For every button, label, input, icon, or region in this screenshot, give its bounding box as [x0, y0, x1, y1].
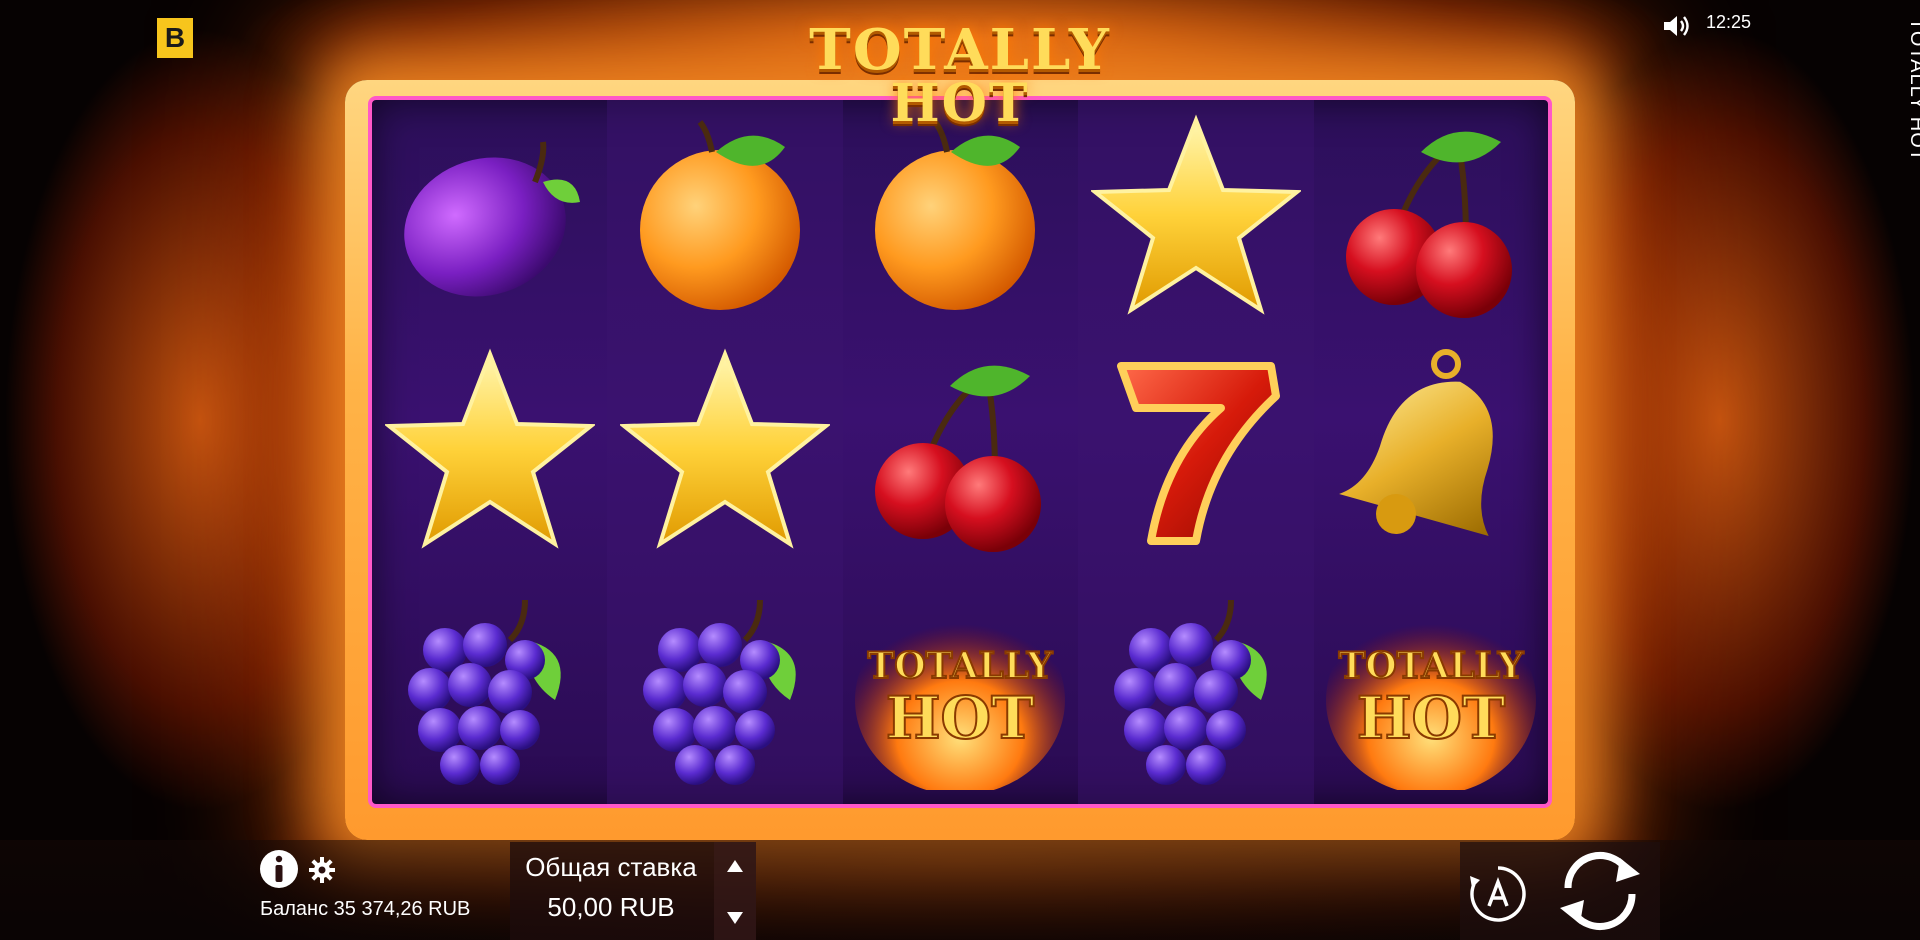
game-logo: TOTALLY HOT	[775, 22, 1145, 132]
reel-column: TOTALLY HOT	[1313, 100, 1548, 804]
balance-text: Баланс 35 374,26 RUB	[260, 898, 471, 920]
orange-symbol	[640, 120, 801, 310]
totally-hot-symbol: TOTALLY HOT	[855, 605, 1066, 790]
reel-cell	[607, 100, 843, 334]
reels-grid: TOTALLY HOT TOTALLY HOT	[368, 96, 1552, 808]
reel-cell	[842, 334, 1078, 568]
svg-text:HOT: HOT	[1357, 684, 1505, 752]
reel-cell: TOTALLY HOT	[842, 568, 1078, 802]
cherries-symbol	[875, 365, 1042, 552]
reel-cell	[1313, 334, 1548, 568]
reel-cell	[607, 568, 843, 802]
star-symbol	[620, 348, 831, 549]
bet-label: Общая ставка	[525, 852, 697, 882]
game-title-vertical: TOTALLY HOT	[1906, 18, 1920, 162]
cherries-symbol	[1345, 131, 1512, 318]
reel-column	[1077, 100, 1314, 804]
svg-text:HOT: HOT	[886, 684, 1034, 752]
reel-cell	[372, 568, 608, 802]
reel-column: TOTALLY HOT	[842, 100, 1078, 804]
reel-cell	[372, 334, 608, 568]
reel-cell: TOTALLY HOT	[1313, 568, 1548, 802]
caret-down-icon	[727, 912, 743, 924]
info-icon[interactable]	[258, 848, 300, 890]
svg-text:TOTALLY: TOTALLY	[868, 645, 1054, 687]
caret-up-icon	[727, 860, 743, 872]
star-symbol	[1090, 114, 1301, 315]
reel-column	[607, 100, 844, 804]
reel-cell	[842, 100, 1078, 334]
reel-cell	[372, 100, 608, 334]
reel-cell	[1078, 334, 1314, 568]
reel-cell	[1078, 100, 1314, 334]
speaker-icon[interactable]	[1662, 12, 1692, 40]
game-scene: TOTALLY HOT TOTALLY HOT TOTALLY HOT B 12…	[0, 0, 1920, 940]
reel-cell	[607, 334, 843, 568]
grapes-symbol	[643, 599, 796, 785]
bet-decrease-button[interactable]	[714, 898, 756, 938]
brand-logo[interactable]: B	[157, 18, 193, 58]
grapes-symbol	[1113, 599, 1267, 785]
gear-icon[interactable]	[308, 856, 336, 884]
spin-icon[interactable]	[1552, 846, 1648, 936]
clock: 12:25	[1706, 12, 1752, 32]
totally-hot-symbol: TOTALLY HOT	[1325, 605, 1536, 790]
bet-increase-button[interactable]	[714, 846, 756, 886]
reel-cell	[1313, 100, 1548, 334]
svg-text:TOTALLY: TOTALLY	[1338, 645, 1524, 687]
orange-symbol	[875, 120, 1036, 310]
star-symbol	[385, 348, 595, 549]
plum-symbol	[404, 141, 580, 297]
logo-line-1: TOTALLY	[809, 17, 1111, 83]
reel-cell	[1078, 568, 1314, 802]
logo-line-2: HOT	[890, 73, 1030, 134]
bell-symbol	[1338, 349, 1493, 536]
seven-symbol	[1116, 362, 1280, 545]
grapes-symbol	[408, 599, 561, 785]
autoplay-icon[interactable]	[1466, 862, 1530, 926]
reel-column	[372, 100, 608, 804]
bet-value: 50,00 RUB	[547, 892, 675, 922]
